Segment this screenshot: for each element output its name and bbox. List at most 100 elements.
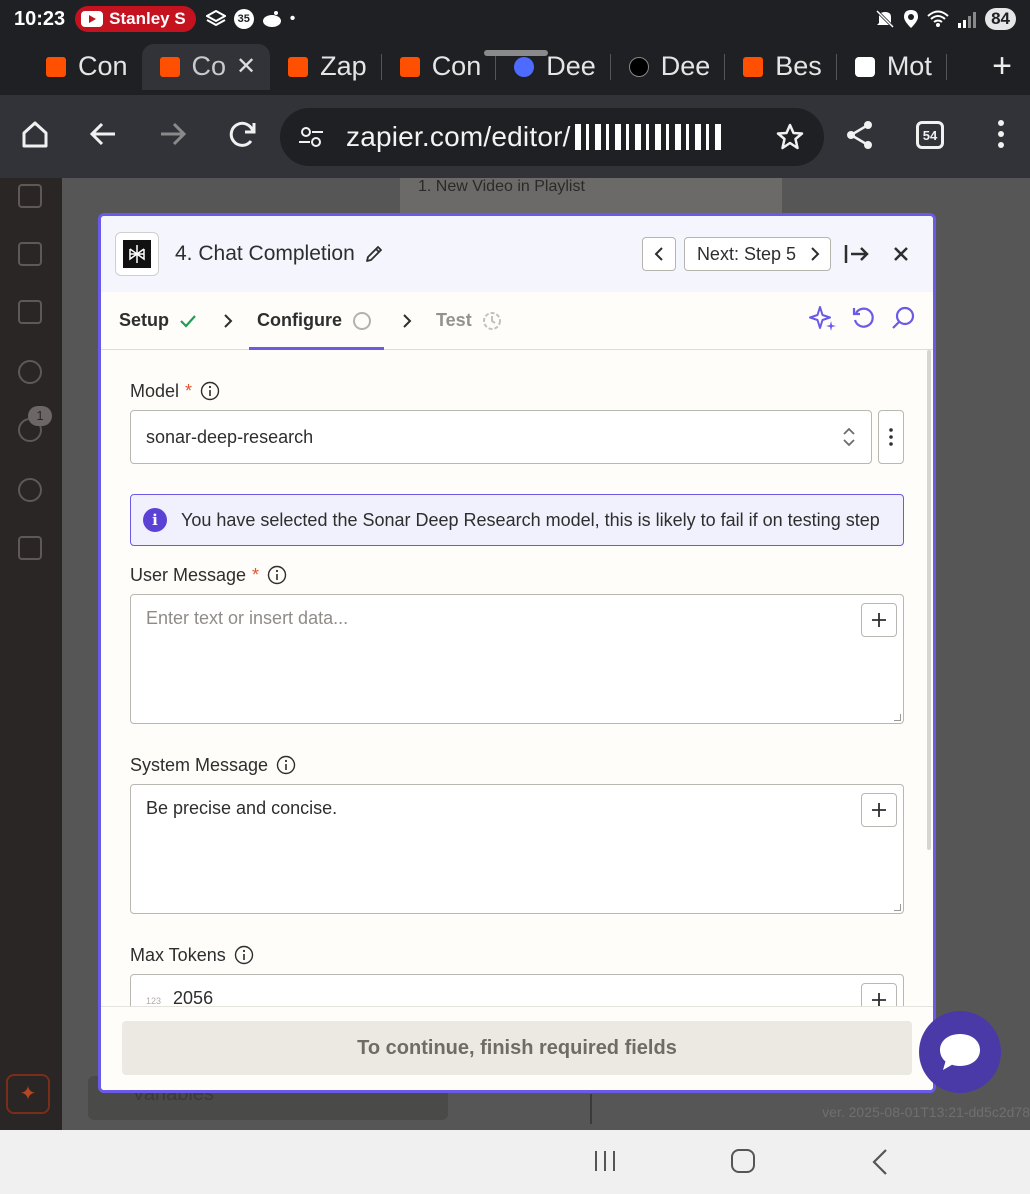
ai-sparkle-icon[interactable]: ✦ [6,1074,50,1114]
info-icon[interactable] [267,565,287,585]
required-marker: * [185,380,193,401]
max-tokens-label: Max Tokens [130,944,904,966]
tab-label: Con [431,51,482,81]
ai-sparkle-icon[interactable] [809,304,837,337]
forward-icon[interactable] [138,119,208,149]
max-tokens-label-text: Max Tokens [130,944,226,965]
new-tab-icon[interactable]: + [992,47,1012,86]
zapier-favicon-icon [159,56,180,77]
gear-icon[interactable] [18,478,42,502]
versions-icon[interactable] [18,536,42,560]
user-message-field[interactable]: Enter text or insert data... [130,594,904,724]
address-bar[interactable]: zapier.com/editor/ [280,108,824,166]
perplexity-app-icon [115,232,159,276]
step-title: 4. Chat Completion [175,242,355,265]
collapse-panel-icon[interactable] [839,243,875,265]
undo-icon[interactable] [851,305,877,336]
back-icon[interactable] [68,119,138,149]
tab-label: Mot [886,51,932,81]
continue-button[interactable]: To continue, finish required fields [122,1021,912,1075]
youtube-notification-pill[interactable]: Stanley S [75,6,196,32]
system-message-label: System Message [130,754,904,776]
pencil-edit-icon[interactable] [365,245,383,263]
zapier-favicon-icon [46,56,66,77]
browser-tab[interactable]: Dee [611,44,725,90]
bookmark-star-icon[interactable] [776,123,804,151]
reddit-icon [262,11,281,27]
resize-handle[interactable] [894,714,901,721]
trigger-step-title: 1. New Video in Playlist [418,178,585,195]
status-icons-right: 84 [875,8,1016,30]
search-icon[interactable] [891,305,917,336]
back-button-icon[interactable] [870,1148,890,1176]
redacted-url-part [574,124,725,150]
browser-tab[interactable]: Bes [725,44,836,90]
browser-tab[interactable]: Con [382,44,496,90]
user-message-label-text: User Message [130,564,247,585]
browser-tab[interactable]: Zap [270,44,381,90]
step-tabs: Setup Configure Test [101,292,933,350]
insert-data-button[interactable] [861,603,897,637]
dark-favicon-icon [628,56,649,77]
trigger-step-card[interactable]: 1. New Video in Playlist [400,178,782,218]
info-icon[interactable] [276,755,296,775]
previous-step-button[interactable] [641,237,676,271]
required-marker: * [252,564,260,585]
select-arrows-icon [842,426,856,448]
status-time: 10:23 [14,7,66,30]
share-icon[interactable] [825,119,895,151]
tab-setup[interactable]: Setup [117,292,199,349]
wifi-icon [927,10,949,27]
user-message-label: User Message * [130,564,904,586]
sidebar-badge: 1 [28,406,52,426]
tab-configure[interactable]: Configure [249,292,385,350]
home-button-icon[interactable] [730,1148,756,1174]
zap-file-icon[interactable] [18,184,42,208]
tab-test[interactable]: Test [434,292,504,349]
more-menu-icon[interactable] [966,119,1030,149]
system-message-field[interactable]: Be precise and concise. [130,784,904,914]
url-text: zapier.com/editor/ [346,121,571,152]
alert-text: You have selected the Sonar Deep Researc… [181,510,880,530]
system-message-label-text: System Message [130,754,269,775]
info-icon[interactable] [234,945,254,965]
model-select[interactable]: sonar-deep-research [130,410,872,464]
calendar-icon[interactable] [18,300,42,324]
chat-bubble-icon [940,1034,980,1070]
browser-tab[interactable]: Con [28,44,142,90]
chat-support-button[interactable] [919,1011,1001,1093]
browser-tab-active[interactable]: Co ✕ [141,43,271,90]
tab-switcher-button[interactable]: 54 [895,121,965,149]
insert-data-button[interactable] [861,793,897,827]
comment-icon[interactable] [18,242,42,266]
signal-icon [958,12,977,28]
system-message-value: Be precise and concise. [146,798,338,818]
browser-tab[interactable]: Mot [837,44,946,90]
status-bar: 10:23 Stanley S 35 • 84 [0,0,1030,38]
site-settings-icon[interactable] [298,125,324,149]
zapier-favicon-icon [743,56,764,77]
resize-handle[interactable] [894,904,901,911]
recent-apps-icon[interactable] [592,1148,618,1174]
close-tab-icon[interactable]: ✕ [236,52,256,81]
model-label-text: Model [130,380,180,401]
info-icon[interactable] [200,381,220,401]
plus-icon [872,613,886,627]
dot-icon: • [289,10,296,27]
field-options-button[interactable] [878,410,904,464]
modal-header: 4. Chat Completion Next: Step 5 [101,216,933,292]
model-label: Model * [130,380,904,402]
browser-tab[interactable]: Dee [496,44,610,90]
browser-toolbar: zapier.com/editor/ 54 [0,95,1030,178]
mot-favicon-icon [854,56,875,77]
incomplete-circle-icon [352,311,372,331]
reload-icon[interactable] [208,119,278,149]
scrollbar[interactable] [927,350,931,850]
number-type-icon: 123 [146,996,162,1006]
history-icon[interactable] [18,360,42,384]
tab-label: Dee [546,51,596,81]
tab-label: Dee [660,51,711,81]
home-icon[interactable] [0,119,70,149]
close-icon[interactable] [883,245,919,263]
next-step-button[interactable]: Next: Step 5 [683,237,831,271]
